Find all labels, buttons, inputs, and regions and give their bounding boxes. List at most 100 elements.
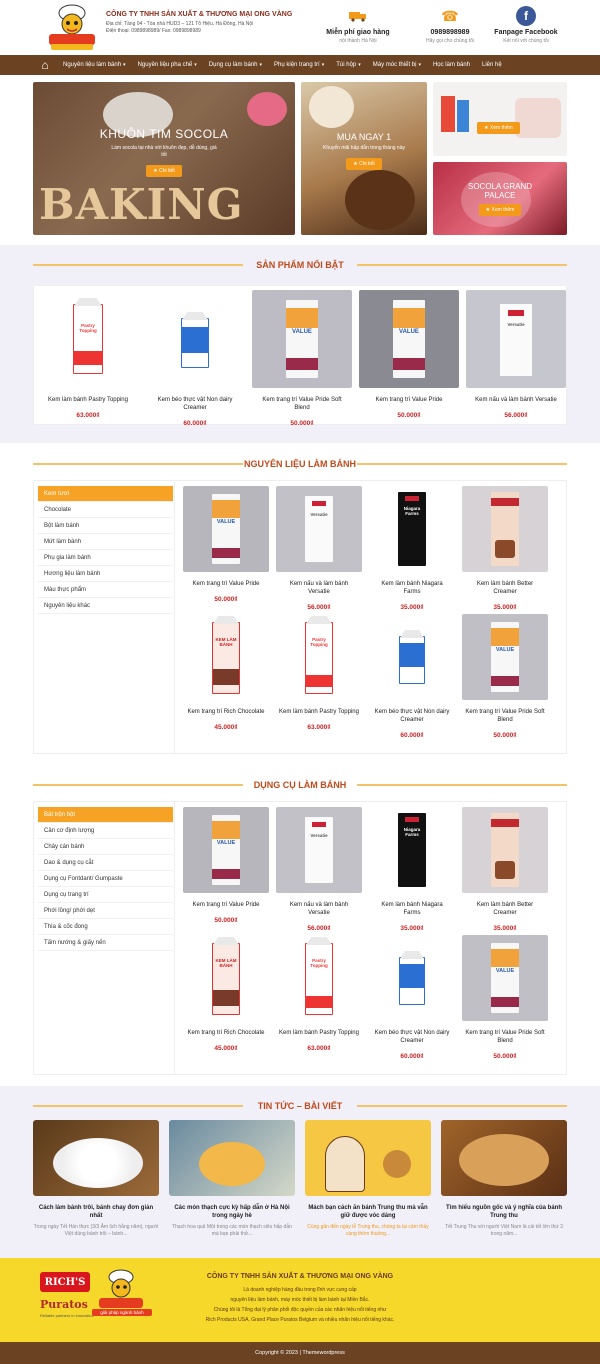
product-name[interactable]: Kem béo thực vật Non dairy Creamer (368, 1029, 456, 1045)
category-item[interactable]: Cân cơ định lượng (38, 823, 173, 839)
product-name[interactable]: Kem làm bánh Pastry Topping (275, 1029, 363, 1037)
banner-side1-button[interactable]: ★ Xem thêm (477, 122, 520, 134)
carton-logo (508, 310, 524, 316)
category-item[interactable]: Dao & dụng cụ cắt (38, 855, 173, 871)
product-name[interactable]: Kem béo thực vật Non dairy Creamer (368, 708, 456, 724)
product-card[interactable]: VALUE Kem trang trí Value Pride 50.000₫ (359, 290, 459, 419)
carton-band (491, 997, 519, 1007)
banner-main-text: Làm socola tại nhà với khuôn đẹp, dễ dùn… (111, 145, 217, 158)
product-card[interactable]: KEM LÀM BÁNH Kem trang trí Rich Chocolat… (182, 935, 270, 1052)
category-item[interactable]: Phụ gia làm bánh (38, 550, 173, 566)
product-card[interactable]: Niagara Farms Kem làm bánh Niagara Farms… (368, 807, 456, 932)
nav-item-may-moc[interactable]: Máy móc thiết bị ▾ (367, 55, 427, 75)
product-card[interactable]: Pastry Topping Kem làm bánh Pastry Toppi… (275, 935, 363, 1052)
product-name[interactable]: Kem nấu và làm bánh Versatie (275, 901, 363, 917)
category-item[interactable]: Dụng cụ trang trí (38, 887, 173, 903)
product-card[interactable]: Kem béo thực vật Non dairy Creamer 60.00… (368, 935, 456, 1060)
product-card[interactable]: Kem béo thực vật Non dairy Creamer 60.00… (368, 614, 456, 739)
product-card[interactable]: VALUE Kem trang trí Value Pride 50.000₫ (182, 486, 270, 603)
news-card[interactable]: Mách bạn cách ăn bánh Trung thu mà vẫn g… (305, 1120, 431, 1238)
product-name[interactable]: Kem trang trí Value Pride Soft Blend (461, 1029, 549, 1045)
product-card[interactable]: Niagara Farms Kem làm bánh Niagara Farms… (368, 486, 456, 611)
product-name[interactable]: Kem làm bánh Better Creamer (461, 901, 549, 917)
home-icon[interactable]: ⌂ (33, 55, 57, 75)
nav-item-lien-he[interactable]: Liên hệ (476, 55, 508, 75)
product-image: KEM LÀM BÁNH (183, 935, 269, 1021)
product-card[interactable]: Versatie Kem nấu và làm bánh Versatie 56… (275, 807, 363, 932)
carton-band (212, 500, 240, 518)
banner-baking-text: BAKING (39, 180, 244, 229)
category-item[interactable]: Phới lồng/ phới dẹt (38, 903, 173, 919)
cake-slice-icon (495, 540, 515, 558)
product-name[interactable]: Kem làm bánh Niagara Farms (368, 901, 456, 917)
category-item[interactable]: Bát trộn bột (38, 807, 173, 823)
category-item[interactable]: Chocolate (38, 502, 173, 518)
product-card[interactable]: Kem làm bánh Better Creamer 35.000₫ (461, 807, 549, 932)
nav-item-nguyen-lieu[interactable]: Nguyên liệu làm bánh ▾ (57, 55, 132, 75)
category-item[interactable]: Tấm nướng & giấy nến (38, 935, 173, 951)
product-card[interactable]: VALUE Kem trang trí Value Pride Soft Ble… (252, 290, 352, 427)
nav-item-tui-hop[interactable]: Túi hộp ▾ (330, 55, 367, 75)
product-card[interactable]: Pastry Topping Kem làm bánh Pastry Toppi… (38, 290, 138, 419)
banner-mid-button[interactable]: ★ Chi tiết (346, 158, 382, 170)
company-address: Địa chỉ: Tầng 04 - Tòa nhà HUD3 – 121 Tô… (106, 21, 254, 27)
nav-item-hoc-lam-banh[interactable]: Học làm bánh (427, 55, 476, 75)
product-name[interactable]: Kem trang trí Value Pride (359, 396, 459, 404)
news-title[interactable]: Cách làm bánh trôi, bánh chay đơn giản n… (33, 1204, 159, 1220)
nav-item-dung-cu[interactable]: Dụng cụ làm bánh ▾ (203, 55, 268, 75)
product-card[interactable]: KEM LÀM BÁNH Kem trang trí Rich Chocolat… (182, 614, 270, 731)
ingredients-title-bar: NGUYÊN LIỆU LÀM BÁNH (33, 452, 567, 476)
news-title[interactable]: Các món thạch cực kỳ hấp dẫn ở Hà Nội tr… (169, 1204, 295, 1220)
category-item[interactable]: Mứt làm bánh (38, 534, 173, 550)
product-name[interactable]: Kem trang trí Value Pride Soft Blend (461, 708, 549, 724)
product-card[interactable]: VALUE Kem trang trí Value Pride Soft Ble… (461, 935, 549, 1060)
product-name[interactable]: Kem trang trí Value Pride Soft Blend (252, 396, 352, 412)
facebook-sub: Kết nối với chúng tôi (503, 38, 549, 44)
category-item[interactable]: Dụng cụ Fontdant/ Gumpaste (38, 871, 173, 887)
product-card[interactable]: VALUE Kem trang trí Value Pride Soft Ble… (461, 614, 549, 739)
nav-item-phu-kien[interactable]: Phụ kiện trang trí ▾ (268, 55, 330, 75)
carton-band (491, 819, 519, 827)
banner-mid-text: Khuyến mãi hấp dẫn trong tháng này (322, 145, 405, 151)
product-name[interactable]: Kem trang trí Value Pride (182, 901, 270, 909)
product-name[interactable]: Kem trang trí Rich Chocolate (182, 708, 270, 716)
product-card[interactable]: Versatie Kem nấu và làm bánh Versatie 56… (466, 290, 566, 419)
category-item[interactable]: Thìa & cốc đong (38, 919, 173, 935)
nav-item-pha-che[interactable]: Nguyên liệu pha chế ▾ (132, 55, 203, 75)
product-name[interactable]: Kem trang trí Value Pride (182, 580, 270, 588)
site-logo[interactable] (43, 4, 101, 52)
product-image: Niagara Farms (369, 807, 455, 893)
product-card[interactable]: Pastry Topping Kem làm bánh Pastry Toppi… (275, 614, 363, 731)
banner-side-1[interactable]: ★ Xem thêm (433, 82, 567, 156)
product-name[interactable]: Kem làm bánh Better Creamer (461, 580, 549, 596)
product-name[interactable]: Kem làm bánh Pastry Topping (275, 708, 363, 716)
category-item[interactable]: Hương liệu làm bánh (38, 566, 173, 582)
news-title[interactable]: Tìm hiểu nguồn gốc và ý nghĩa của bánh T… (441, 1204, 567, 1220)
banner-main-button[interactable]: ★ Chi tiết (146, 165, 182, 177)
product-card[interactable]: Versatie Kem nấu và làm bánh Versatie 56… (275, 486, 363, 611)
product-name[interactable]: Kem làm bánh Pastry Topping (38, 396, 138, 404)
banner-middle[interactable]: MUA NGAY 1 Khuyến mãi hấp dẫn trong thán… (301, 82, 427, 235)
product-name[interactable]: Kem làm bánh Niagara Farms (368, 580, 456, 596)
product-card[interactable]: VALUE Kem trang trí Value Pride 50.000₫ (182, 807, 270, 924)
banner-side-2[interactable]: SOCOLA GRAND PALACE ★ Xem thêm (433, 162, 567, 235)
category-item[interactable]: Chảy cán bánh (38, 839, 173, 855)
product-name[interactable]: Kem nấu và làm bánh Versatie (275, 580, 363, 596)
category-item[interactable]: Bột làm bánh (38, 518, 173, 534)
header-box-facebook[interactable]: f Fanpage Facebook Kết nối với chúng tôi (481, 6, 571, 44)
product-name[interactable]: Kem trang trí Rich Chocolate (182, 1029, 270, 1037)
category-item[interactable]: Màu thực phẩm (38, 582, 173, 598)
news-title[interactable]: Mách bạn cách ăn bánh Trung thu mà vẫn g… (305, 1204, 431, 1220)
category-item[interactable]: Kem tươi (38, 486, 173, 502)
news-card[interactable]: Cách làm bánh trôi, bánh chay đơn giản n… (33, 1120, 159, 1238)
category-item[interactable]: Nguyên liệu khác (38, 598, 173, 614)
product-name[interactable]: Kem béo thực vật Non dairy Creamer (145, 396, 245, 412)
product-card[interactable]: Kem béo thực vật Non dairy Creamer 60.00… (145, 290, 245, 427)
banner-main[interactable]: BAKING KHUÔN TIM SOCOLA Làm socola tại n… (33, 82, 295, 235)
product-card[interactable]: Kem làm bánh Better Creamer 35.000₫ (461, 486, 549, 611)
banner-side2-button[interactable]: ★ Xem thêm (478, 204, 522, 216)
carton-stripe (74, 351, 102, 365)
news-card[interactable]: Tìm hiểu nguồn gốc và ý nghĩa của bánh T… (441, 1120, 567, 1238)
product-name[interactable]: Kem nấu và làm bánh Versatie (466, 396, 566, 404)
news-card[interactable]: Các món thạch cực kỳ hấp dẫn ở Hà Nội tr… (169, 1120, 295, 1238)
